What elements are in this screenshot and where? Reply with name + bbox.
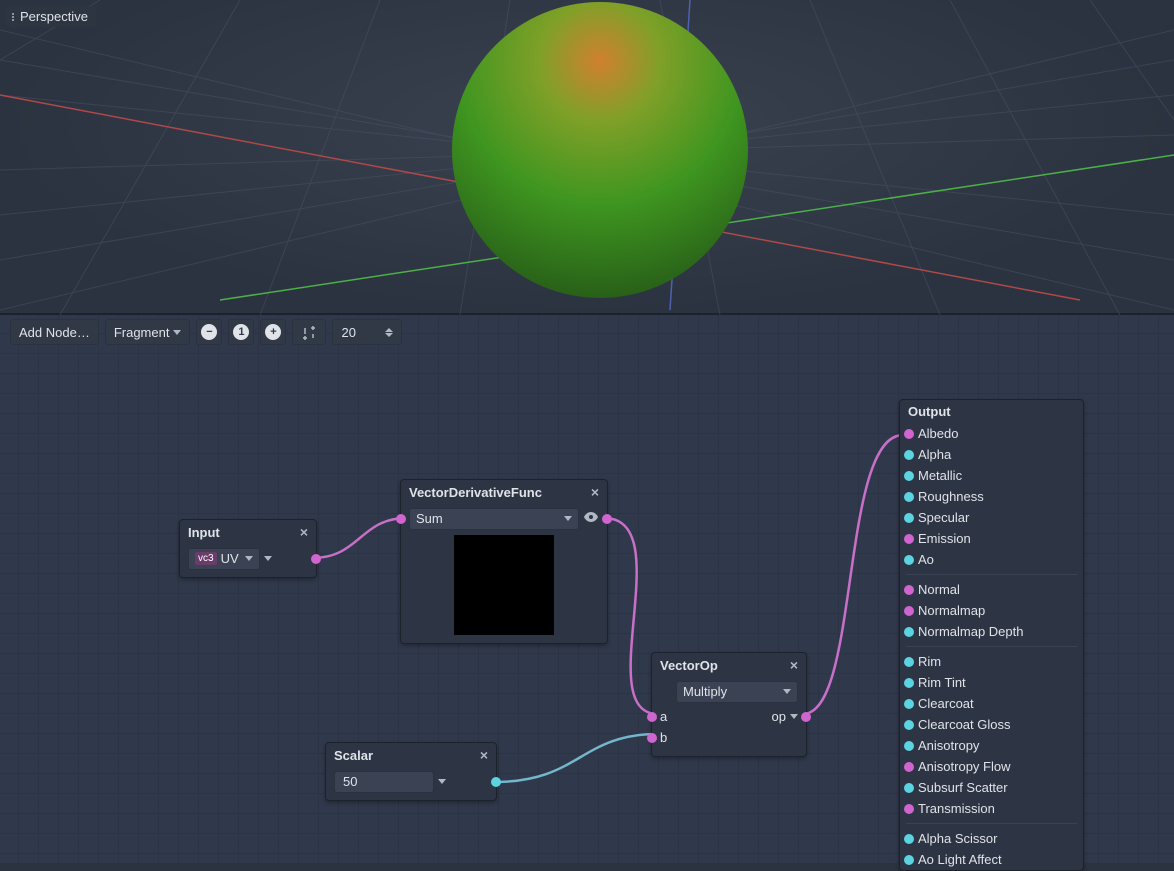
input-port-subsurf-scatter[interactable] [904, 783, 914, 793]
snap-toggle-button[interactable] [292, 319, 326, 345]
zoom-reset-button[interactable]: 1 [228, 319, 254, 345]
node-header[interactable]: VectorDerivativeFunc × [401, 480, 607, 504]
input-port[interactable] [396, 514, 406, 524]
close-icon[interactable]: × [300, 524, 308, 540]
input-port-a[interactable] [647, 712, 657, 722]
node-header[interactable]: Scalar × [326, 743, 496, 767]
node-header[interactable]: Input × [180, 520, 316, 544]
input-port-anisotropy[interactable] [904, 741, 914, 751]
input-port-albedo[interactable] [904, 429, 914, 439]
chevron-down-icon [245, 556, 253, 561]
input-port-normalmap-depth[interactable] [904, 627, 914, 637]
input-uv-dropdown[interactable]: vc3 UV [188, 548, 260, 570]
minus-icon: − [201, 324, 217, 340]
input-port-ao[interactable] [904, 555, 914, 565]
drag-handle-icon [10, 11, 16, 23]
viewport-mode-label: Perspective [20, 9, 88, 24]
node-header[interactable]: VectorOp × [652, 653, 806, 677]
input-port-metallic[interactable] [904, 471, 914, 481]
input-port-clearcoat[interactable] [904, 699, 914, 709]
vector-op-dropdown[interactable]: Multiply [676, 681, 798, 703]
input-port-clearcoat-gloss[interactable] [904, 720, 914, 730]
output-port[interactable] [801, 712, 811, 722]
add-node-button[interactable]: Add Node… [10, 319, 99, 345]
input-port-transmission[interactable] [904, 804, 914, 814]
eye-icon[interactable] [583, 509, 599, 528]
node-vector-op[interactable]: VectorOp × Multiply a op b [651, 652, 807, 757]
expand-icon[interactable] [790, 714, 798, 719]
input-port-ao-light-affect[interactable] [904, 855, 914, 865]
node-scalar[interactable]: Scalar × 50 [325, 742, 497, 801]
input-port-rim[interactable] [904, 657, 914, 667]
viewport-mode-button[interactable]: Perspective [6, 6, 96, 27]
node-output[interactable]: Output Albedo Alpha Metallic Roughness S… [899, 399, 1084, 871]
input-port-anisotropy-flow[interactable] [904, 762, 914, 772]
scalar-value-input[interactable]: 50 [334, 771, 434, 793]
shader-stage-dropdown[interactable]: Fragment [105, 319, 191, 345]
input-port-alpha[interactable] [904, 450, 914, 460]
close-icon[interactable]: × [790, 657, 798, 673]
spin-arrows-icon [385, 328, 393, 337]
plus-icon: + [265, 324, 281, 340]
close-icon[interactable]: × [591, 484, 599, 500]
grid-size-spinner[interactable]: 20 [332, 319, 402, 345]
one-icon: 1 [233, 324, 249, 340]
expand-icon[interactable] [264, 556, 272, 561]
input-port-rim-tint[interactable] [904, 678, 914, 688]
node-input[interactable]: Input × vc3 UV [179, 519, 317, 578]
output-port[interactable] [311, 554, 321, 564]
input-port-normalmap[interactable] [904, 606, 914, 616]
output-port[interactable] [491, 777, 501, 787]
output-port-list: Albedo Alpha Metallic Roughness Specular… [900, 423, 1083, 870]
input-port-emission[interactable] [904, 534, 914, 544]
node-vector-derivative-func[interactable]: VectorDerivativeFunc × Sum [400, 479, 608, 644]
chevron-down-icon [783, 689, 791, 694]
input-port-b[interactable] [647, 733, 657, 743]
node-preview [454, 535, 554, 635]
chevron-down-icon [173, 330, 181, 335]
input-port-alpha-scissor[interactable] [904, 834, 914, 844]
input-port-normal[interactable] [904, 585, 914, 595]
viewport-3d[interactable]: Perspective [0, 0, 1174, 315]
output-port[interactable] [602, 514, 612, 524]
node-header[interactable]: Output [900, 400, 1083, 423]
zoom-out-button[interactable]: − [196, 319, 222, 345]
snap-icon [301, 324, 317, 340]
input-port-specular[interactable] [904, 513, 914, 523]
zoom-in-button[interactable]: + [260, 319, 286, 345]
close-icon[interactable]: × [480, 747, 488, 763]
input-port-roughness[interactable] [904, 492, 914, 502]
graph-toolbar: Add Node… Fragment − 1 + 20 [10, 319, 402, 345]
expand-icon[interactable] [438, 779, 446, 784]
derivative-op-dropdown[interactable]: Sum [409, 508, 579, 530]
chevron-down-icon [564, 516, 572, 521]
shader-graph-area[interactable]: Add Node… Fragment − 1 + 20 [0, 315, 1174, 863]
